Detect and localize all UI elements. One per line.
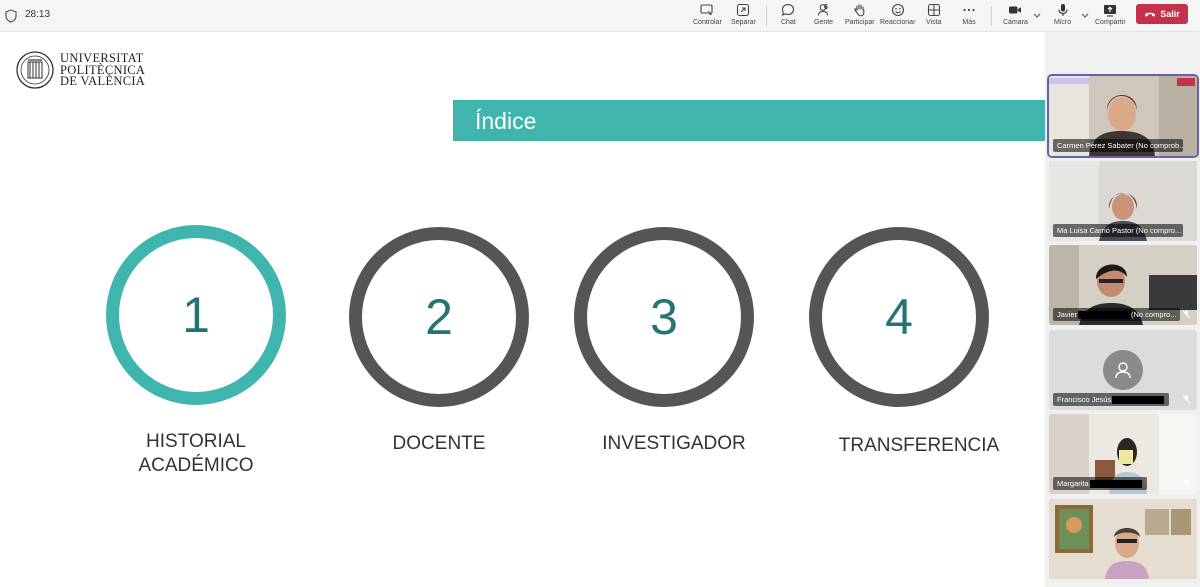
participant-video-tile[interactable]: Ma Luisa Carrió Pastor (No compro... xyxy=(1049,161,1197,241)
participant-name: Margarita xyxy=(1053,477,1147,490)
raise-hand-button[interactable]: Participar xyxy=(845,2,875,30)
redacted-name-bar xyxy=(1112,396,1165,405)
control-button[interactable]: Controlar xyxy=(693,2,722,30)
section-circle-1: 1 xyxy=(106,225,286,405)
separate-button[interactable]: Separar xyxy=(731,2,756,30)
chat-label: Chat xyxy=(781,19,796,26)
section-circle-3: 3 xyxy=(574,227,754,407)
view-label: Vista xyxy=(926,19,942,26)
share-screen-icon xyxy=(1104,5,1117,17)
hang-up-icon xyxy=(1145,12,1156,17)
participant-video-tile[interactable]: Javier (No compro... xyxy=(1049,245,1197,325)
share-label: Compartir xyxy=(1095,19,1126,26)
participant-video-feed xyxy=(1049,499,1197,579)
mic-muted-icon xyxy=(1182,395,1191,404)
university-logo-text: UNIVERSITAT POLITÈCNICA DE VALÈNCIA xyxy=(60,52,146,88)
avatar xyxy=(1103,350,1143,390)
mic-label: Micro xyxy=(1054,19,1072,26)
camera-button[interactable]: Cámara xyxy=(1003,2,1028,30)
leave-button[interactable]: Salir xyxy=(1136,4,1188,24)
participant-name: Javier (No compro... xyxy=(1053,308,1181,321)
react-button[interactable]: Reaccionar xyxy=(880,2,915,30)
react-label: Reaccionar xyxy=(880,19,916,26)
microphone-icon xyxy=(1058,4,1068,16)
camera-options-chevron-icon[interactable] xyxy=(1032,10,1042,20)
section-label-1-line-1: HISTORIAL xyxy=(146,431,246,452)
mic-button[interactable]: Micro xyxy=(1054,2,1071,30)
more-label: Más xyxy=(962,19,976,26)
popout-icon xyxy=(737,3,750,17)
participant-name-start: Javier xyxy=(1057,310,1078,319)
shield-icon xyxy=(5,9,17,23)
share-button[interactable]: Compartir xyxy=(1095,2,1126,30)
ellipsis-icon xyxy=(963,8,975,12)
control-label: Controlar xyxy=(693,19,722,26)
chat-button[interactable]: Chat xyxy=(781,2,796,30)
more-button[interactable]: Más xyxy=(962,2,976,30)
separate-label: Separar xyxy=(731,19,756,26)
control-icon xyxy=(700,4,713,15)
hand-icon xyxy=(854,4,865,17)
raise-hand-label: Participar xyxy=(845,19,875,26)
section-number-2: 2 xyxy=(425,289,453,345)
toolbar-divider xyxy=(766,6,767,26)
section-number-3: 3 xyxy=(650,289,678,345)
section-circle-4: 4 xyxy=(809,227,989,407)
participant-video-tile[interactable]: Carmen Pérez Sabater (No comprob... xyxy=(1047,74,1199,158)
mic-muted-icon xyxy=(1182,310,1191,319)
section-circle-2: 2 xyxy=(349,227,529,407)
logo-line-3: DE VALÈNCIA xyxy=(60,74,146,88)
section-label-2: DOCENTE xyxy=(392,433,486,454)
meeting-timer: 28:13 xyxy=(25,9,51,20)
camera-label: Cámara xyxy=(1003,19,1028,26)
participant-name: Carmen Pérez Sabater (No comprob... xyxy=(1053,139,1183,152)
mic-options-chevron-icon[interactable] xyxy=(1080,10,1090,20)
participant-name-start: Margarita xyxy=(1057,479,1089,488)
leave-label: Salir xyxy=(1160,9,1180,19)
participant-name: Francisco Jesús xyxy=(1053,393,1170,406)
people-count: 6 xyxy=(824,4,828,11)
participant-name-end: (No compro... xyxy=(1131,310,1177,319)
redacted-name-bar xyxy=(1089,480,1142,489)
meeting-toolbar: 28:13 Controlar Separar Chat 6 Gente Par… xyxy=(0,0,1200,32)
smiley-icon xyxy=(891,3,904,17)
section-label-1-line-2: ACADÉMICO xyxy=(138,455,254,476)
people-label: Gente xyxy=(814,19,834,26)
index-banner: Índice xyxy=(453,100,1045,141)
participant-name-start: Francisco Jesús xyxy=(1057,395,1112,404)
camera-icon xyxy=(1009,6,1022,14)
chat-icon xyxy=(781,3,795,16)
shared-presentation-slide: UNIVERSITAT POLITÈCNICA DE VALÈNCIA Índi… xyxy=(0,36,1045,587)
participant-name: Ma Luisa Carrió Pastor (No compro... xyxy=(1053,224,1183,237)
participant-video-tile[interactable]: Francisco Jesús xyxy=(1049,330,1197,410)
toolbar-divider xyxy=(991,6,992,26)
section-label-1: HISTORIAL ACADÉMICO xyxy=(106,430,286,478)
person-icon xyxy=(1115,362,1131,379)
redacted-name-bar xyxy=(1078,311,1131,320)
view-button[interactable]: Vista xyxy=(926,2,941,30)
participants-video-panel: Carmen Pérez Sabater (No comprob... Ma L… xyxy=(1045,32,1200,587)
participant-video-tile[interactable] xyxy=(1049,499,1197,579)
grid-icon xyxy=(927,3,940,17)
section-number-4: 4 xyxy=(885,289,913,345)
slide-title: Índice xyxy=(475,108,537,134)
mic-muted-icon xyxy=(1182,479,1191,488)
section-label-4: TRANSFERENCIA xyxy=(838,435,1000,456)
section-label-3: INVESTIGADOR xyxy=(602,433,746,454)
section-number-1: 1 xyxy=(182,287,210,343)
participant-video-tile[interactable]: Margarita xyxy=(1049,414,1197,494)
upv-seal-icon xyxy=(16,51,54,89)
people-button[interactable]: 6 Gente xyxy=(814,2,833,30)
